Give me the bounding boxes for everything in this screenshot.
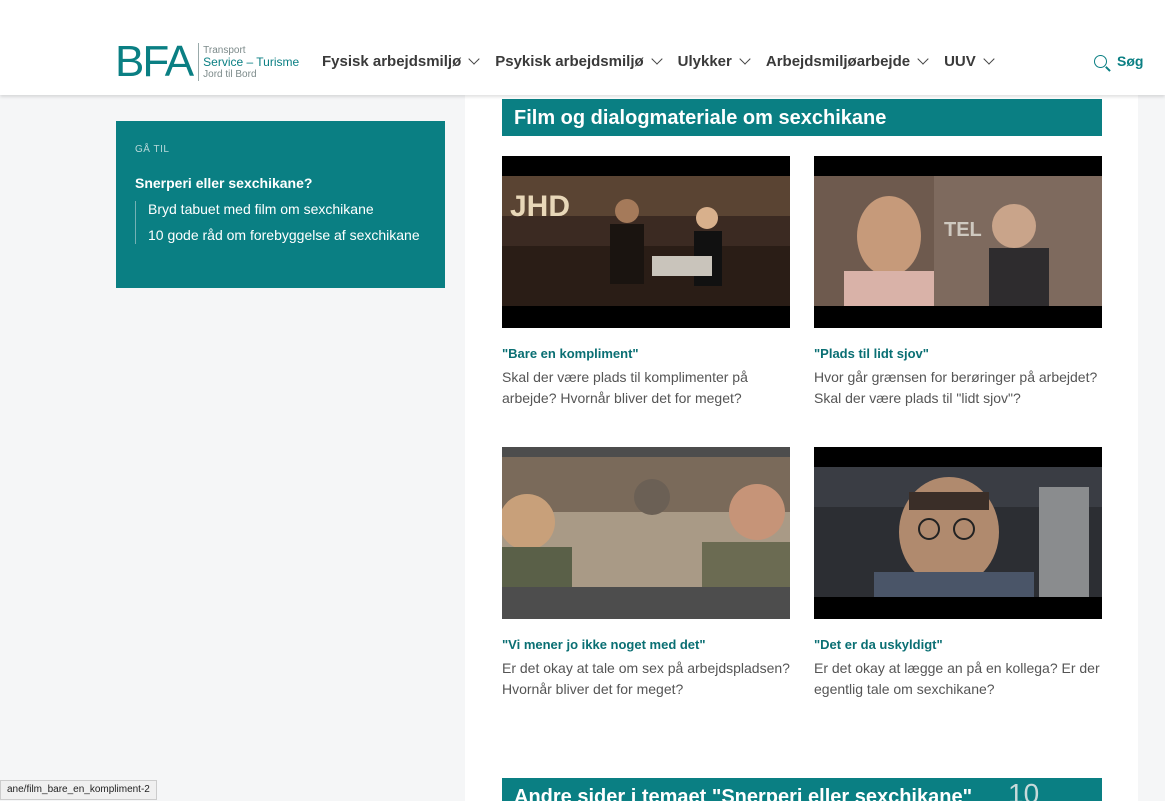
search-button[interactable]: Søg [1094, 53, 1143, 69]
section-title: Film og dialogmateriale om sexchikane [502, 99, 1102, 136]
video-thumbnail[interactable]: TEL [814, 156, 1102, 328]
video-card[interactable]: "Vi mener jo ikke noget med det" Er det … [502, 447, 790, 700]
video-still-soldiers [502, 457, 790, 587]
nav-ulykker[interactable]: Ulykker [677, 53, 751, 70]
nav-label: Psykisk arbejdsmiljø [495, 53, 644, 70]
video-card[interactable]: JHD "Bare en kompliment" Skal der være p… [502, 156, 790, 409]
video-still-cafe: JHD [502, 176, 790, 306]
chevron-down-icon [650, 53, 663, 65]
svg-text:JHD: JHD [510, 190, 570, 223]
status-bar-url: ane/film_bare_en_kompliment-2 [0, 780, 157, 800]
nav-uuv[interactable]: UUV [944, 53, 995, 70]
logo-line-service: Service – Turisme [203, 54, 300, 69]
card-description: Er det okay at lægge an på en kollega? E… [814, 660, 1100, 697]
goto-link-film[interactable]: Bryd tabuet med film om sexchikane [148, 201, 426, 218]
logo-line-jord: Jord til Bord [203, 68, 257, 80]
chevron-down-icon [468, 53, 480, 65]
logo-line-transport: Transport [203, 44, 246, 56]
related-pages-number: 10 [1008, 778, 1040, 801]
video-still-office [814, 467, 1102, 597]
logo-divider [198, 43, 200, 81]
nav-fysisk[interactable]: Fysisk arbejdsmiljø [322, 53, 480, 70]
logo-subtitle: Transport Service – Turisme Jord til Bor… [203, 45, 299, 80]
card-description: Er det okay at tale om sex på arbejdspla… [502, 660, 790, 697]
bfa-logo[interactable]: BFA Transport Service – Turisme Jord til… [115, 37, 299, 86]
site-header: BFA Transport Service – Turisme Jord til… [0, 0, 1165, 95]
video-thumbnail[interactable]: JHD [502, 156, 790, 328]
logo-text: BFA [115, 37, 194, 86]
nav-label: Ulykker [677, 53, 732, 70]
chevron-down-icon [917, 53, 929, 65]
search-icon [1094, 54, 1107, 68]
card-title[interactable]: "Det er da uskyldigt" [814, 637, 1102, 652]
goto-link-raad[interactable]: 10 gode råd om forebyggelse af sexchikan… [148, 227, 426, 244]
goto-panel: GÅ TIL Snerperi eller sexchikane? Bryd t… [116, 121, 445, 288]
card-title[interactable]: "Vi mener jo ikke noget med det" [502, 637, 790, 652]
video-card[interactable]: "Det er da uskyldigt" Er det okay at læg… [814, 447, 1102, 700]
chevron-down-icon [739, 53, 751, 65]
chevron-down-icon [983, 53, 995, 65]
nav-label: Fysisk arbejdsmiljø [322, 53, 462, 70]
search-label: Søg [1117, 53, 1144, 69]
goto-label: GÅ TIL [135, 144, 170, 155]
nav-label: Arbejdsmiljøarbejde [765, 53, 911, 70]
nav-arbejdsmiljoarbejde[interactable]: Arbejdsmiljøarbejde [765, 53, 929, 70]
video-thumbnail[interactable] [814, 447, 1102, 619]
video-thumbnail[interactable] [502, 447, 790, 619]
card-title[interactable]: "Bare en kompliment" [502, 346, 790, 361]
card-description: Skal der være plads til komplimenter på … [502, 369, 748, 406]
nav-label: UUV [944, 53, 976, 70]
card-title[interactable]: "Plads til lidt sjov" [814, 346, 1102, 361]
video-card[interactable]: TEL "Plads til lidt sjov" Hvor går græns… [814, 156, 1102, 409]
card-description: Hvor går grænsen for berøringer på arbej… [814, 369, 1098, 406]
nav-psykisk[interactable]: Psykisk arbejdsmiljø [495, 53, 663, 70]
goto-heading-link[interactable]: Snerperi eller sexchikane? [135, 175, 426, 191]
video-still-hotel: TEL [814, 176, 1102, 306]
svg-text:TEL: TEL [944, 219, 982, 241]
main-nav: Fysisk arbejdsmiljø Psykisk arbejdsmiljø… [322, 53, 995, 70]
goto-sublinks: Bryd tabuet med film om sexchikane 10 go… [135, 201, 426, 244]
